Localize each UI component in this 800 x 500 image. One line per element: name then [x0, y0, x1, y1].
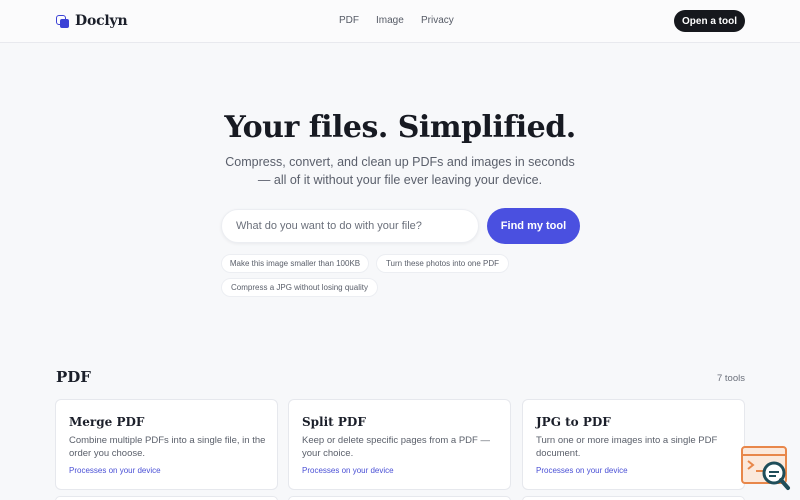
hero-subtitle: Compress, convert, and clean up PDFs and…	[225, 155, 575, 187]
card-description: Turn one or more images into a single PD…	[536, 435, 718, 459]
nav-link-image[interactable]: Image	[376, 15, 404, 26]
card-privacy-note: Processes on your device	[302, 466, 394, 475]
card-description: Combine multiple PDFs into a single file…	[69, 435, 266, 459]
tool-card-partial[interactable]	[522, 496, 745, 500]
card-title: JPG to PDF	[536, 415, 611, 429]
tool-card-partial[interactable]	[288, 496, 511, 500]
nav-link-pdf[interactable]: PDF	[339, 15, 359, 26]
hero-title: Your files. Simplified.	[224, 110, 576, 145]
card-privacy-note: Processes on your device	[536, 466, 628, 475]
find-my-tool-button[interactable]: Find my tool	[487, 208, 580, 244]
overlapping-squares-icon	[56, 14, 69, 28]
suggestion-chip[interactable]: Turn these photos into one PDF	[376, 254, 509, 273]
tool-card-merge-pdf[interactable]: Merge PDF Combine multiple PDFs into a s…	[55, 399, 278, 490]
section-title: PDF	[56, 368, 91, 386]
top-navbar: Doclyn PDF Image Privacy Open a tool	[0, 0, 800, 43]
suggestion-chip[interactable]: Compress a JPG without losing quality	[221, 278, 378, 297]
tool-card-jpg-to-pdf[interactable]: JPG to PDF Turn one or more images into …	[522, 399, 745, 490]
card-privacy-note: Processes on your device	[69, 466, 161, 475]
suggestion-chip[interactable]: Make this image smaller than 100KB	[221, 254, 369, 273]
nav-link-privacy[interactable]: Privacy	[421, 15, 454, 26]
tool-search-input[interactable]	[221, 209, 479, 243]
code-search-icon[interactable]	[740, 445, 792, 491]
tool-card-split-pdf[interactable]: Split PDF Keep or delete specific pages …	[288, 399, 511, 490]
brand-name: Doclyn	[75, 13, 128, 29]
card-description: Keep or delete specific pages from a PDF…	[302, 435, 490, 459]
card-title: Split PDF	[302, 415, 366, 429]
tool-count: 7 tools	[717, 373, 745, 384]
tool-card-partial[interactable]	[55, 496, 278, 500]
brand-logo[interactable]: Doclyn	[56, 13, 128, 29]
card-title: Merge PDF	[69, 415, 145, 429]
open-a-tool-button[interactable]: Open a tool	[674, 10, 745, 32]
